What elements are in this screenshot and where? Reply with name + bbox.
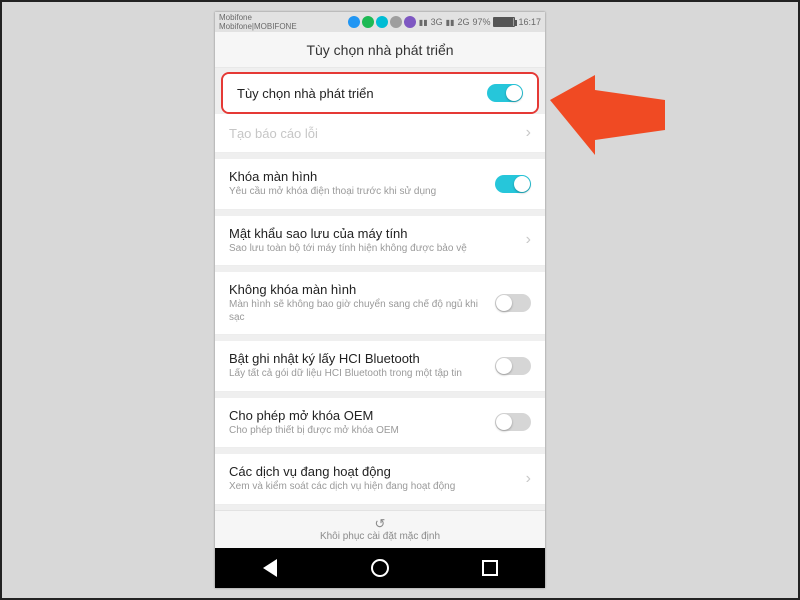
battery-pct: 97% [472,17,490,27]
carrier-1: Mobifone [219,13,297,22]
signal-1: 3G [431,17,443,27]
row-developer-options[interactable]: Tùy chọn nhà phát triển [223,74,537,112]
carrier-labels: Mobifone Mobifone|MOBIFONE [219,13,297,31]
battery-icon [493,17,515,27]
android-navbar [215,548,545,588]
notif-icon [348,16,360,28]
toggle-no-lock[interactable] [495,294,531,312]
row-subtitle: Sao lưu toàn bộ tới máy tính hiện không … [229,243,516,256]
triangle-back-icon [263,559,277,577]
row-backup-password[interactable]: Mật khẩu sao lưu của máy tính Sao lưu to… [215,216,545,267]
row-no-lock-screen[interactable]: Không khóa màn hình Màn hình sẽ không ba… [215,272,545,335]
chevron-right-icon: › [526,470,531,488]
status-bar: Mobifone Mobifone|MOBIFONE ▮▮ 3G ▮▮ 2G 9… [215,12,545,32]
circle-home-icon [371,559,389,577]
row-subtitle: Yêu cầu mở khóa điện thoại trước khi sử … [229,186,485,199]
toggle-oem-unlock[interactable] [495,413,531,431]
signal-2: 2G [457,17,469,27]
row-title: Tùy chọn nhà phát triển [237,86,477,101]
restore-icon: ↺ [215,517,545,531]
toggle-hci-bluetooth[interactable] [495,357,531,375]
notification-icons [348,16,416,28]
carrier-2: Mobifone|MOBIFONE [219,22,297,31]
notif-icon [362,16,374,28]
square-recent-icon [482,560,498,576]
row-running-services[interactable]: Các dịch vụ đang hoạt động Xem và kiểm s… [215,454,545,505]
settings-list[interactable]: Tùy chọn nhà phát triển Tạo báo cáo lỗi … [215,68,545,510]
nav-home-button[interactable] [369,557,391,579]
toggle-lock-screen[interactable] [495,175,531,193]
highlight-box: Tùy chọn nhà phát triển [221,72,539,114]
row-title: Khóa màn hình [229,169,485,184]
notif-icon [404,16,416,28]
page-title: Tùy chọn nhà phát triển [306,42,453,58]
status-right: ▮▮ 3G ▮▮ 2G 97% 16:17 [348,16,541,28]
nav-back-button[interactable] [259,557,281,579]
notif-icon [390,16,402,28]
row-subtitle: Lấy tất cả gói dữ liệu HCI Bluetooth tro… [229,368,485,381]
row-title: Tạo báo cáo lỗi [229,126,516,141]
toggle-developer-options[interactable] [487,84,523,102]
restore-label: Khôi phục cài đặt mặc định [320,531,440,542]
chevron-right-icon: › [526,124,531,142]
row-title: Bật ghi nhật ký lấy HCI Bluetooth [229,351,485,366]
row-bug-report: Tạo báo cáo lỗi › [215,114,545,153]
chevron-right-icon: › [526,231,531,249]
row-hci-bluetooth[interactable]: Bật ghi nhật ký lấy HCI Bluetooth Lấy tấ… [215,341,545,392]
row-title: Các dịch vụ đang hoạt động [229,464,516,479]
row-subtitle: Cho phép thiết bị được mở khóa OEM [229,425,485,438]
row-title: Cho phép mở khóa OEM [229,408,485,423]
signal-icon: ▮▮ [446,18,455,27]
phone-frame: Mobifone Mobifone|MOBIFONE ▮▮ 3G ▮▮ 2G 9… [215,12,545,588]
clock: 16:17 [518,17,541,27]
row-title: Không khóa màn hình [229,282,485,297]
nav-recent-button[interactable] [479,557,501,579]
row-title: Mật khẩu sao lưu của máy tính [229,226,516,241]
page-header: Tùy chọn nhà phát triển [215,32,545,68]
row-oem-unlock[interactable]: Cho phép mở khóa OEM Cho phép thiết bị đ… [215,398,545,449]
notif-icon [376,16,388,28]
row-lock-screen[interactable]: Khóa màn hình Yêu cầu mở khóa điện thoại… [215,159,545,210]
row-subtitle: Màn hình sẽ không bao giờ chuyển sang ch… [229,299,485,324]
row-subtitle: Xem và kiểm soát các dịch vụ hiện đang h… [229,481,516,494]
restore-defaults[interactable]: ↺ Khôi phục cài đặt mặc định [215,510,545,548]
signal-icon: ▮▮ [419,18,428,27]
